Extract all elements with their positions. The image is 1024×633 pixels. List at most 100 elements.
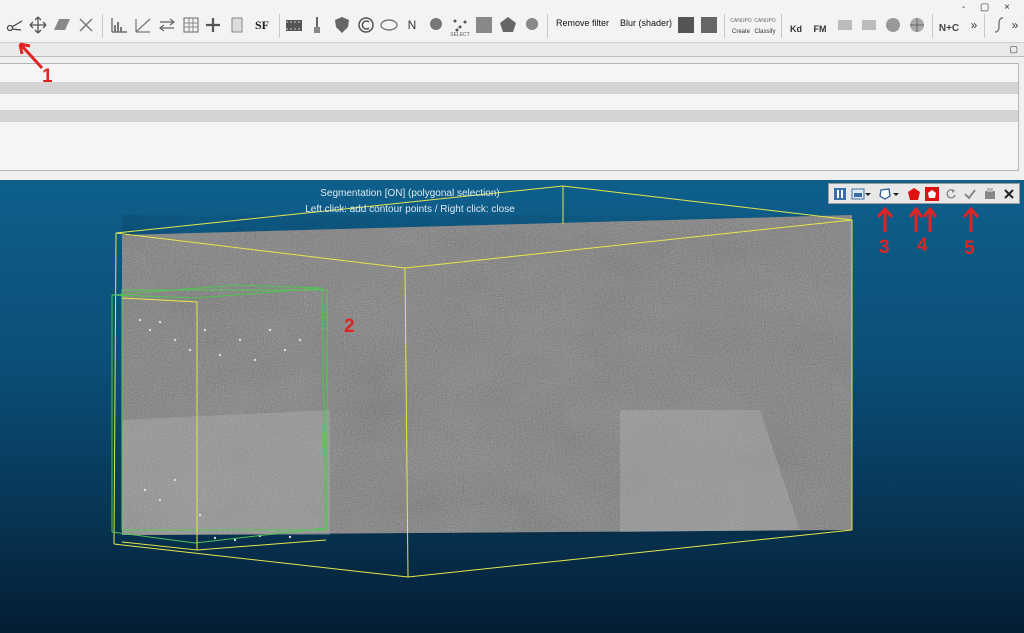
edl-button[interactable] xyxy=(675,14,697,36)
annotation-label-3: 3 xyxy=(879,237,890,258)
main-toolbar: SF N SELECT Remove filter Blur (shader) xyxy=(0,0,1024,43)
reset-button[interactable] xyxy=(943,186,958,201)
arrows-icon xyxy=(159,18,175,32)
3d-viewport[interactable]: Segmentation [ON] (polygonal selection) … xyxy=(0,180,1024,633)
fm-button[interactable]: FM xyxy=(809,14,831,36)
canupo-caption: CANUPO xyxy=(730,18,752,24)
polygon-icon xyxy=(878,187,891,200)
properties-panel-header: ▢ xyxy=(0,43,1024,57)
brush-icon xyxy=(314,17,320,33)
pcv-button[interactable] xyxy=(473,14,495,36)
toolbar-separator xyxy=(547,14,548,38)
segmentation-status: Segmentation [ON] (polygonal selection) xyxy=(320,188,500,199)
cloud-compare-button[interactable] xyxy=(355,14,377,36)
load-icon xyxy=(851,188,864,199)
sf-filter-button[interactable] xyxy=(180,14,202,36)
more-tools-button-2[interactable]: » xyxy=(1008,14,1022,36)
kd-button[interactable]: Kd xyxy=(785,14,807,36)
cancel-segmentation-button[interactable] xyxy=(1001,186,1016,201)
globe-icon xyxy=(910,18,924,32)
histogram-button[interactable] xyxy=(108,14,130,36)
edl-icon xyxy=(678,17,694,33)
segment-out-button[interactable] xyxy=(924,186,939,201)
normals-button[interactable]: N xyxy=(401,14,423,36)
more-label: » xyxy=(970,18,978,32)
ssao-button[interactable] xyxy=(698,14,720,36)
sf-arith-button[interactable] xyxy=(156,14,178,36)
plugin-button[interactable] xyxy=(834,14,856,36)
box-icon xyxy=(838,20,852,30)
sf-button[interactable]: SF xyxy=(250,14,274,36)
globe-button[interactable] xyxy=(906,14,928,36)
ellipse-icon xyxy=(380,19,398,31)
ransac-icon xyxy=(526,18,538,30)
create-caption: Create xyxy=(731,29,750,35)
canupo-create-button[interactable]: CANUPO Create xyxy=(729,14,753,36)
segmentation-toolbar xyxy=(828,183,1020,204)
plane-button[interactable] xyxy=(51,14,73,36)
load-dropdown-button[interactable] xyxy=(864,186,872,201)
plane-icon xyxy=(54,19,70,30)
histogram-icon xyxy=(111,18,127,33)
translate-rotate-button[interactable] xyxy=(27,14,49,36)
close-icon xyxy=(1003,188,1014,199)
export-segment-button[interactable] xyxy=(982,186,997,201)
point-pick-button[interactable] xyxy=(75,14,97,36)
more-tools-button[interactable]: » xyxy=(963,14,985,36)
confirm-segmentation-button[interactable] xyxy=(962,186,977,201)
pause-icon xyxy=(833,187,846,200)
segment-tool-button[interactable] xyxy=(4,14,26,36)
classify-caption: Classify xyxy=(754,29,776,35)
remove-filter-button[interactable]: Remove filter xyxy=(556,18,609,28)
pause-segmentation-button[interactable] xyxy=(832,186,847,201)
blur-shader-button[interactable]: Blur (shader) xyxy=(620,18,672,28)
sf-gradient-button[interactable] xyxy=(132,14,154,36)
ransac-button[interactable] xyxy=(521,14,543,36)
ssao-icon xyxy=(701,17,717,33)
pcv-icon xyxy=(476,17,492,33)
select-button[interactable]: SELECT xyxy=(449,14,471,38)
plugin-button[interactable] xyxy=(858,14,880,36)
film-button[interactable] xyxy=(283,14,305,36)
canupo-classify-button[interactable]: CANUPO Classify xyxy=(753,14,777,36)
polygon-selection-button[interactable] xyxy=(877,186,892,201)
normals-color-button[interactable]: N+C xyxy=(937,14,961,36)
selection-dropdown-button[interactable] xyxy=(892,186,900,201)
reset-icon xyxy=(945,188,956,199)
point-cloud[interactable] xyxy=(122,215,852,535)
segmentation-hint: Left click: add contour points / Right c… xyxy=(305,204,515,215)
canupo-caption: CANUPO xyxy=(754,18,776,24)
point-pick-icon xyxy=(79,18,93,32)
hpr-button[interactable] xyxy=(425,14,447,36)
nc-label: N+C xyxy=(938,22,960,34)
scissors-icon xyxy=(6,20,23,32)
ellipse-button[interactable] xyxy=(378,14,400,36)
move-arrows-icon xyxy=(29,16,47,34)
sf-convert-button[interactable] xyxy=(226,14,248,36)
gradient-icon xyxy=(135,18,151,33)
more-label: » xyxy=(1011,18,1019,32)
table-row[interactable] xyxy=(0,110,1018,122)
annotation-label-5: 5 xyxy=(964,238,975,259)
add-button[interactable] xyxy=(202,14,224,36)
pentagon-button[interactable] xyxy=(497,14,519,36)
brush-button[interactable] xyxy=(306,14,328,36)
window-controls[interactable]: - ▢ × xyxy=(962,2,1016,13)
document-icon xyxy=(231,17,243,33)
kd-label: Kd xyxy=(790,24,802,34)
segment-in-button[interactable] xyxy=(906,186,921,201)
shield-button[interactable] xyxy=(331,14,353,36)
brush-tool-button[interactable] xyxy=(988,14,1010,36)
load-polyline-button[interactable] xyxy=(850,186,865,201)
fm-label: FM xyxy=(813,24,827,34)
table-row[interactable] xyxy=(0,82,1018,94)
float-panel-icon[interactable]: ▢ xyxy=(1009,44,1018,55)
annotation-label-4: 4 xyxy=(917,235,928,256)
circle-c-icon xyxy=(358,17,374,33)
checkmark-icon xyxy=(963,188,976,200)
point-cloud-scene[interactable] xyxy=(0,180,1024,633)
sphere-button[interactable] xyxy=(882,14,904,36)
annotation-arrow-5 xyxy=(962,206,980,232)
annotation-arrow-3 xyxy=(876,206,894,232)
select-caption: SELECT xyxy=(450,32,470,38)
